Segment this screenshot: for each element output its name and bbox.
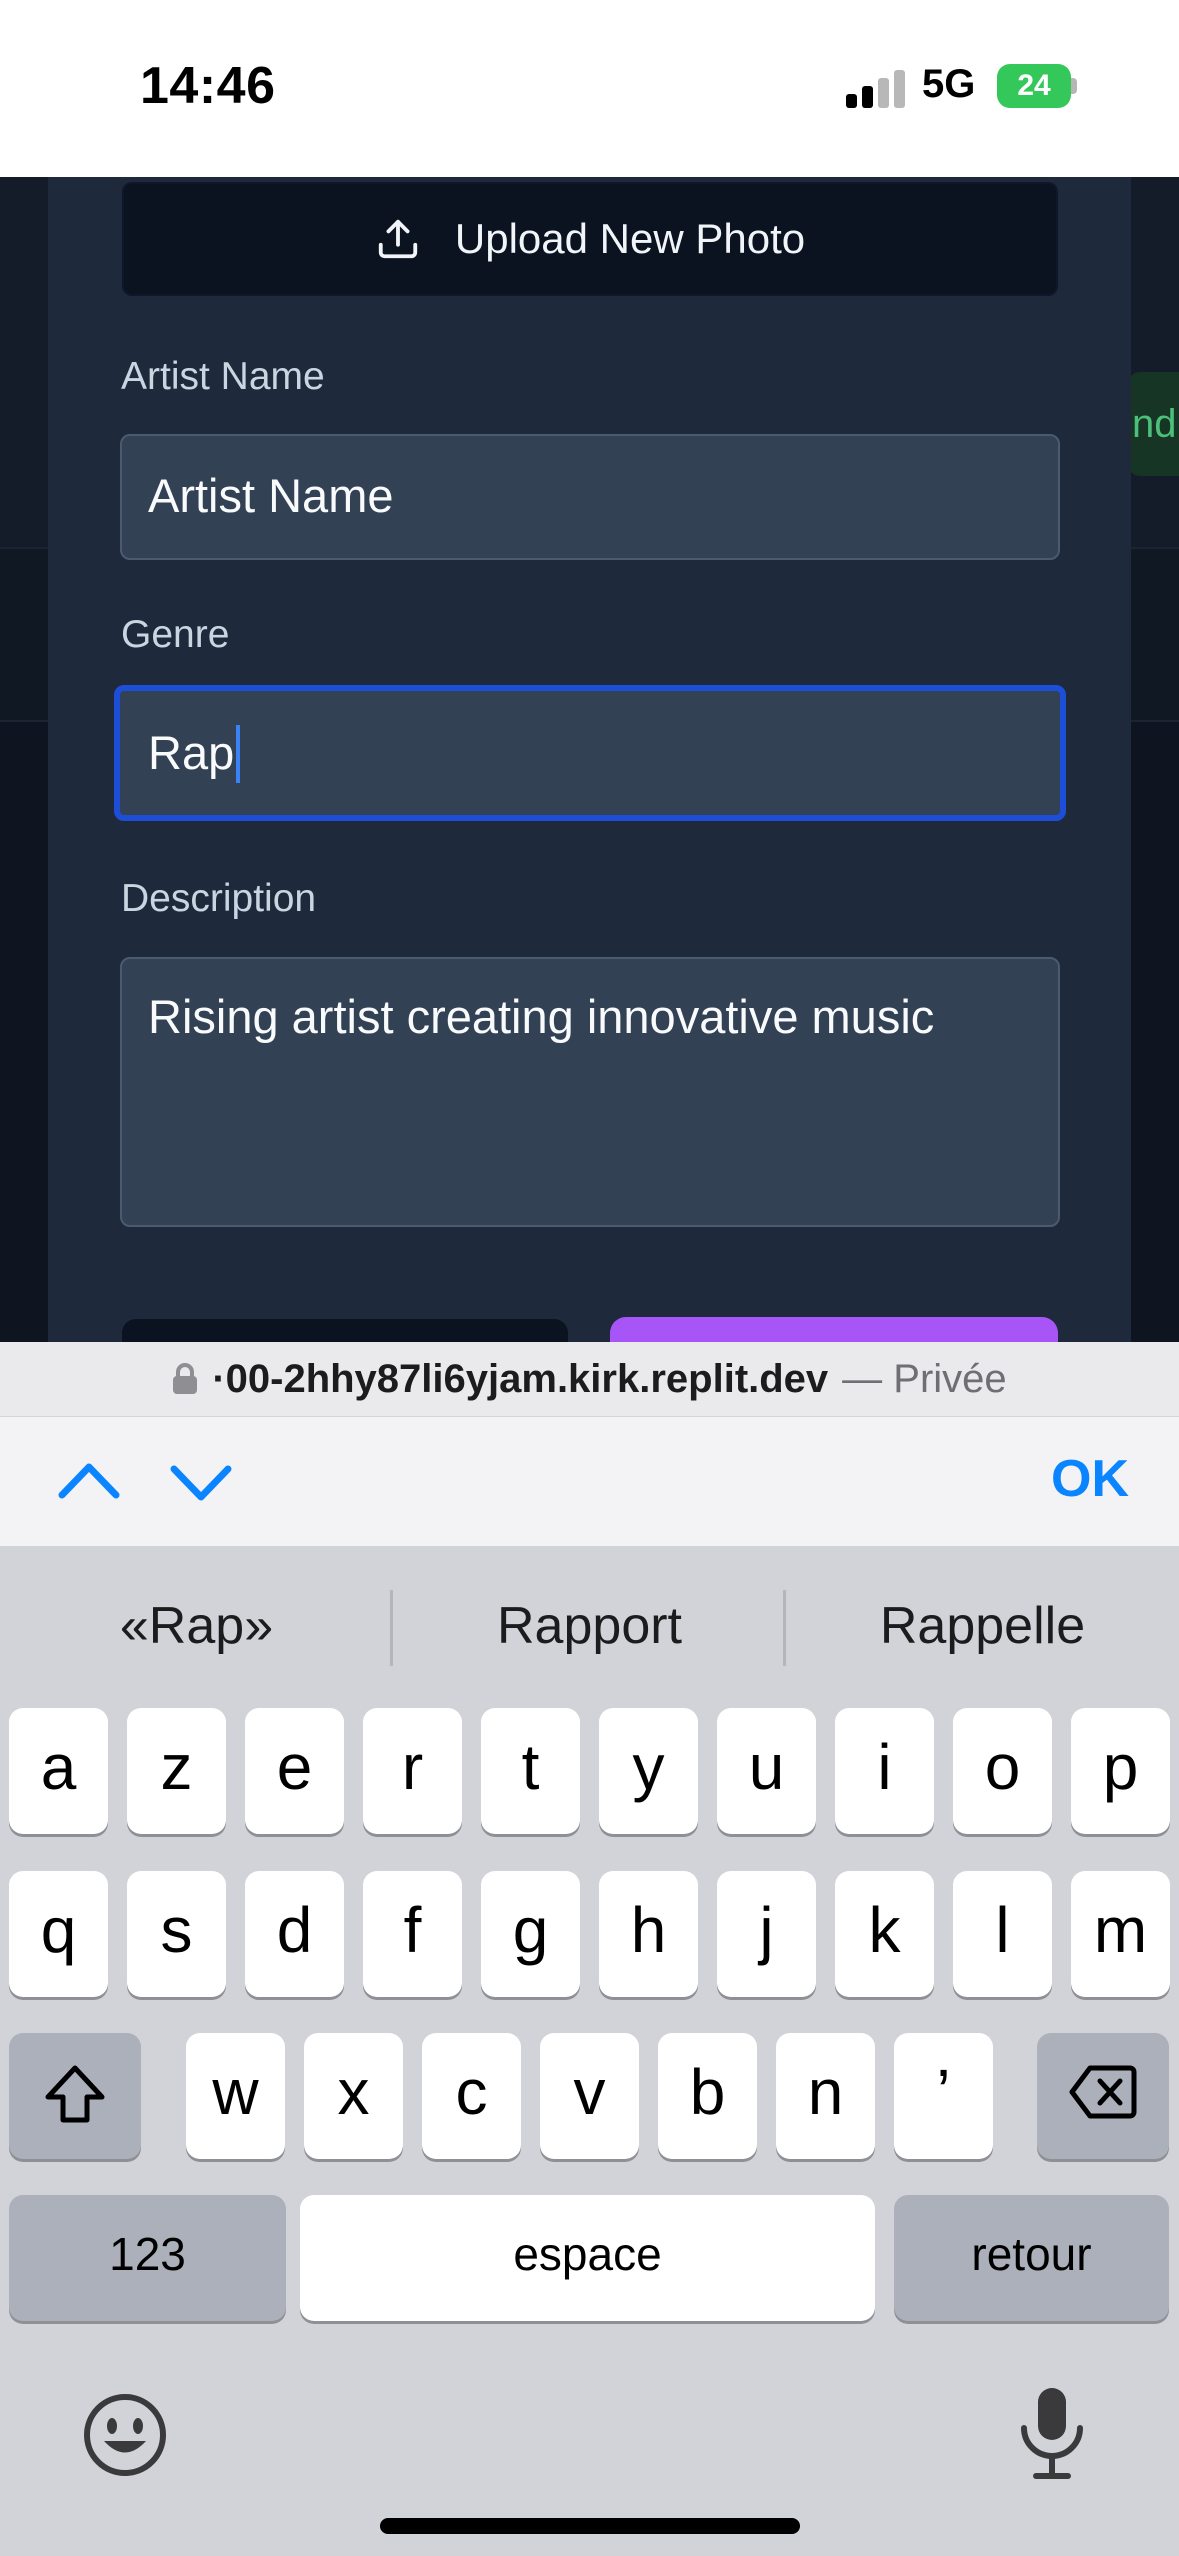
key-apostrophe[interactable]: ’ <box>894 2033 993 2159</box>
battery-icon: 24 <box>997 64 1077 108</box>
emoji-icon[interactable] <box>82 2392 168 2478</box>
key-c[interactable]: c <box>422 2033 521 2159</box>
text-caret <box>236 724 241 783</box>
key-q[interactable]: q <box>9 1871 108 1997</box>
backspace-icon <box>1069 2065 1137 2119</box>
form-accessory-bar: OK <box>0 1416 1179 1546</box>
backspace-key[interactable] <box>1037 2033 1169 2159</box>
key-s[interactable]: s <box>127 1871 226 1997</box>
suggestion-item[interactable]: Rappelle <box>786 1596 1179 1656</box>
key-n[interactable]: n <box>776 2033 875 2159</box>
suggestion-item[interactable]: Rapport <box>393 1596 786 1656</box>
key-p[interactable]: p <box>1071 1708 1170 1834</box>
genre-input[interactable]: Rap <box>114 685 1066 821</box>
microphone-icon[interactable] <box>1012 2384 1092 2484</box>
key-h[interactable]: h <box>599 1871 698 1997</box>
key-x[interactable]: x <box>304 2033 403 2159</box>
key-r[interactable]: r <box>363 1708 462 1834</box>
numbers-key[interactable]: 123 <box>9 2195 286 2321</box>
battery-level: 24 <box>997 64 1071 108</box>
key-u[interactable]: u <box>717 1708 816 1834</box>
key-t[interactable]: t <box>481 1708 580 1834</box>
genre-label: Genre <box>121 613 230 656</box>
key-a[interactable]: a <box>9 1708 108 1834</box>
keyboard: «Rap» Rapport Rappelle a z e r t y u i o… <box>0 1546 1179 2556</box>
key-m[interactable]: m <box>1071 1871 1170 1997</box>
previous-field-icon[interactable] <box>54 1447 124 1517</box>
edit-profile-modal: Upload New Photo Artist Name Artist Name… <box>48 177 1131 1342</box>
upload-icon <box>378 219 418 259</box>
key-j[interactable]: j <box>717 1871 816 1997</box>
artist-name-input[interactable]: Artist Name <box>120 434 1060 560</box>
key-y[interactable]: y <box>599 1708 698 1834</box>
genre-value: Rap <box>148 726 235 779</box>
description-textarea[interactable]: Rising artist creating innovative music <box>120 957 1060 1227</box>
key-g[interactable]: g <box>481 1871 580 1997</box>
private-mode-label: — Privée <box>842 1356 1007 1401</box>
key-d[interactable]: d <box>245 1871 344 1997</box>
key-o[interactable]: o <box>953 1708 1052 1834</box>
artist-name-value: Artist Name <box>148 469 394 522</box>
artist-name-label: Artist Name <box>121 355 325 398</box>
network-type: 5G <box>922 62 976 106</box>
upload-photo-button[interactable]: Upload New Photo <box>122 182 1058 296</box>
key-l[interactable]: l <box>953 1871 1052 1997</box>
key-i[interactable]: i <box>835 1708 934 1834</box>
save-button[interactable] <box>610 1317 1058 1342</box>
key-z[interactable]: z <box>127 1708 226 1834</box>
shift-key[interactable] <box>9 2033 141 2159</box>
key-w[interactable]: w <box>186 2033 285 2159</box>
status-bar: 14:46 5G 24 <box>0 0 1179 177</box>
next-field-icon[interactable] <box>166 1447 236 1517</box>
browser-url-bar[interactable]: ·00-2hhy87li6yjam.kirk.replit.dev — Priv… <box>0 1342 1179 1416</box>
signal-icon <box>846 70 906 108</box>
ok-button[interactable]: OK <box>1051 1449 1129 1509</box>
suggestion-item[interactable]: «Rap» <box>0 1596 393 1656</box>
background-button-peek: nd <box>1128 372 1179 476</box>
suggestion-bar: «Rap» Rapport Rappelle <box>0 1546 1179 1706</box>
url-text: ·00-2hhy87li6yjam.kirk.replit.dev <box>212 1356 829 1401</box>
key-f[interactable]: f <box>363 1871 462 1997</box>
lock-icon <box>173 1363 198 1394</box>
status-time: 14:46 <box>140 57 276 115</box>
space-key[interactable]: espace <box>300 2195 875 2321</box>
key-v[interactable]: v <box>540 2033 639 2159</box>
key-k[interactable]: k <box>835 1871 934 1997</box>
upload-photo-label: Upload New Photo <box>454 215 806 262</box>
shift-icon <box>45 2065 105 2123</box>
description-label: Description <box>121 877 317 920</box>
key-e[interactable]: e <box>245 1708 344 1834</box>
description-value: Rising artist creating innovative music <box>148 990 935 1043</box>
key-b[interactable]: b <box>658 2033 757 2159</box>
home-indicator <box>380 2518 800 2534</box>
cancel-button[interactable] <box>122 1319 568 1342</box>
return-key[interactable]: retour <box>894 2195 1169 2321</box>
